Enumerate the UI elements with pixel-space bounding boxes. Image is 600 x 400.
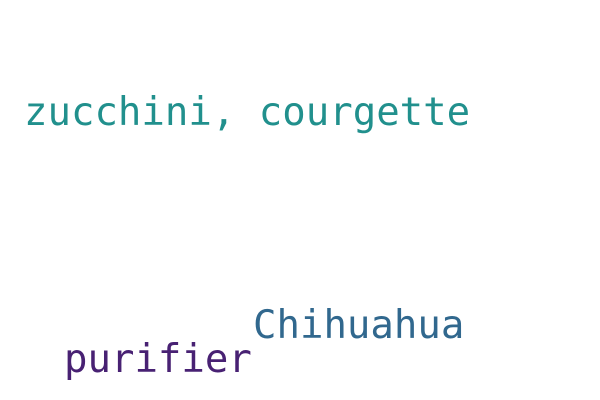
word-chihuahua: Chihuahua — [253, 303, 465, 348]
word-zucchini-courgette: zucchini, courgette — [24, 90, 471, 135]
word-purifier: purifier — [64, 337, 252, 382]
word-cloud-canvas: zucchini, courgette Chihuahua purifier — [0, 0, 600, 400]
